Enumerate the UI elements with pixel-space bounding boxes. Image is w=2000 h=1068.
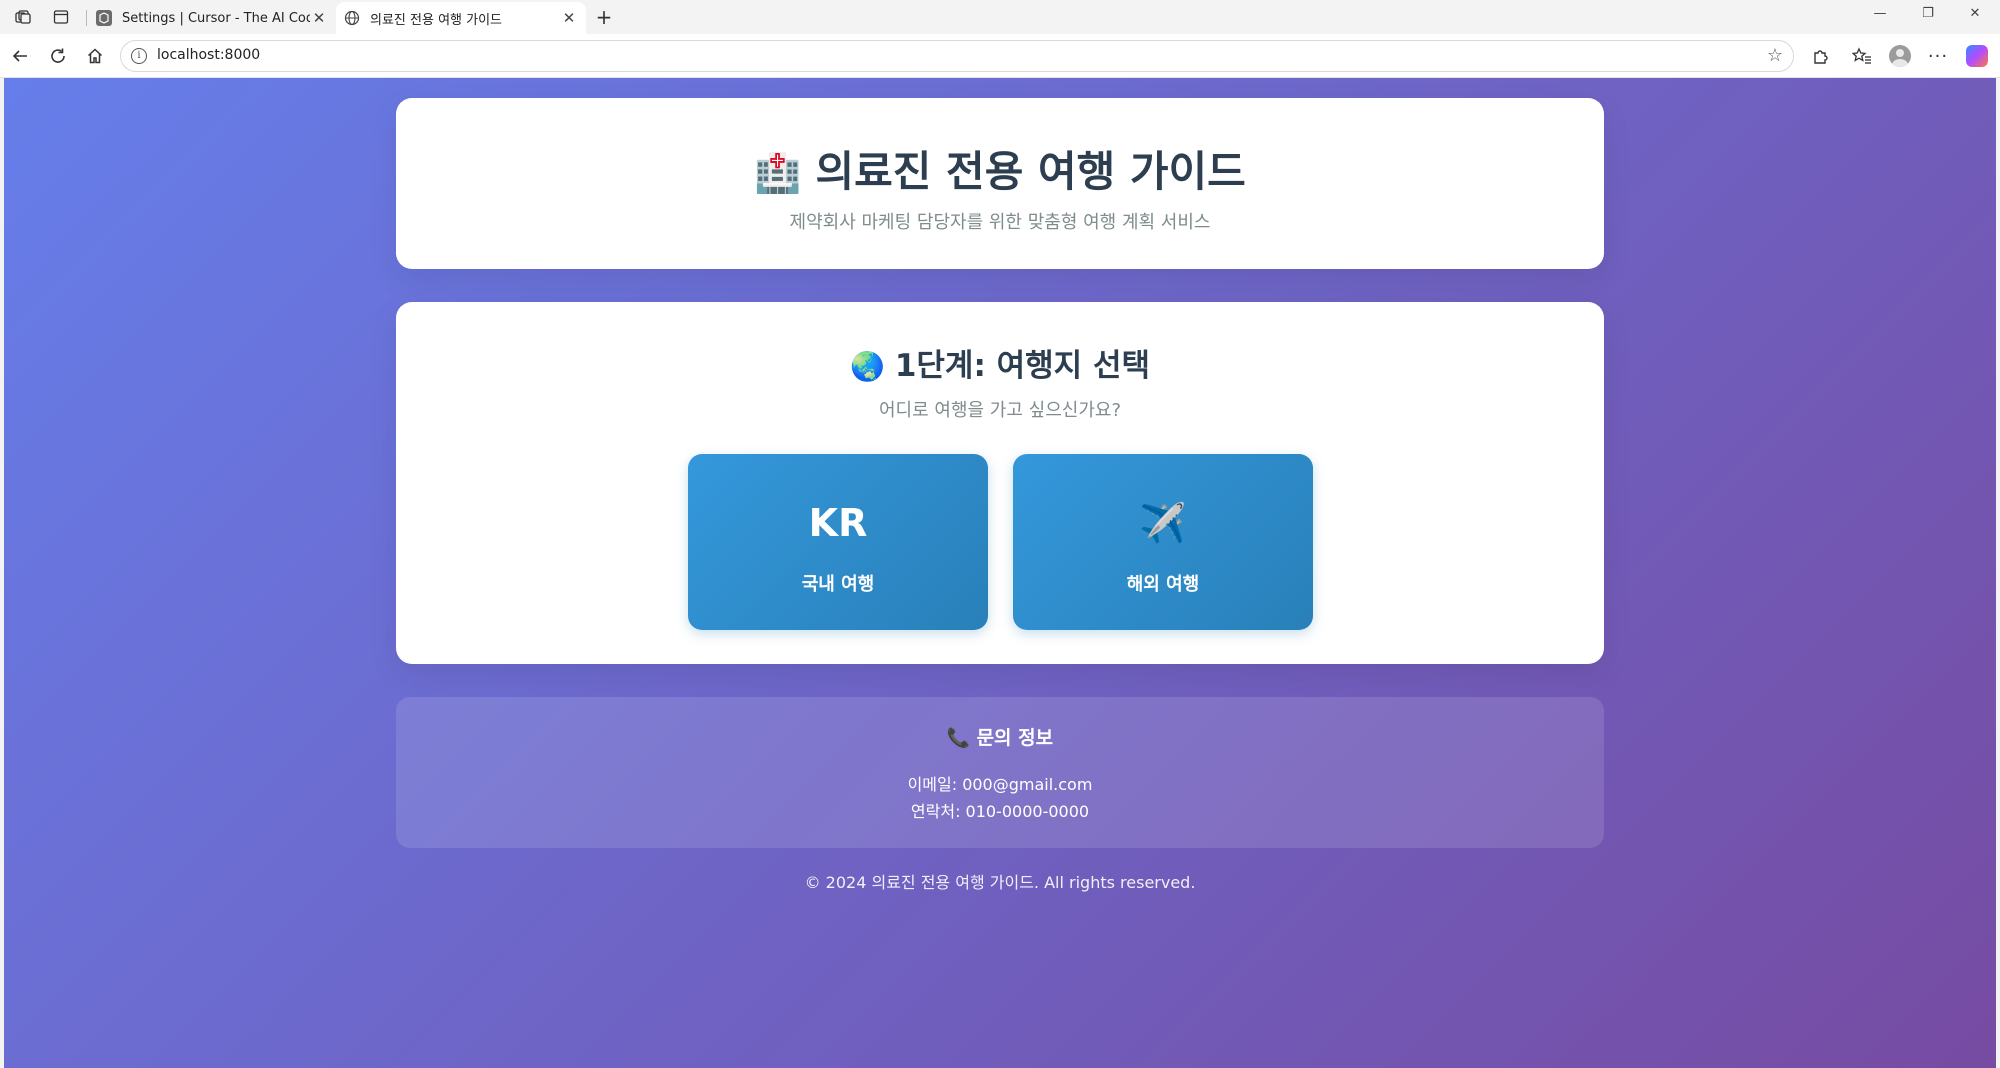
restore-icon[interactable]: ❐ bbox=[1918, 6, 1938, 26]
page-subtitle: 제약회사 마케팅 담당자를 위한 맞춤형 여행 계획 서비스 bbox=[789, 212, 1211, 233]
close-tab-icon[interactable]: ✕ bbox=[560, 9, 578, 27]
refresh-icon[interactable] bbox=[46, 44, 70, 68]
minimize-icon[interactable]: — bbox=[1870, 6, 1890, 26]
step-title-text: 1단계: 여행지 선택 bbox=[894, 348, 1151, 384]
browser-tab-bar: Settings | Cursor - The AI Code Ed ✕ 의료진… bbox=[0, 0, 2000, 34]
globe-asia-icon: 🌏 bbox=[849, 350, 885, 383]
airplane-icon: ✈️ bbox=[1139, 501, 1187, 545]
address-bar[interactable]: i localhost:8000 ☆ bbox=[120, 40, 1794, 72]
workspaces-icon[interactable] bbox=[12, 6, 34, 28]
page-title: 🏥 의료진 전용 여행 가이드 bbox=[396, 138, 1604, 199]
kr-flag-icon: KR bbox=[808, 501, 868, 545]
profile-icon[interactable] bbox=[1888, 44, 1912, 68]
address-toolbar: i localhost:8000 ☆ ··· bbox=[0, 34, 2000, 78]
page-viewport: 🏥 의료진 전용 여행 가이드 제약회사 마케팅 담당자를 위한 맞춤형 여행 계… bbox=[4, 78, 1996, 1068]
ellipsis-icon[interactable]: ··· bbox=[1926, 44, 1950, 68]
contact-email: 이메일: 000@gmail.com bbox=[907, 775, 1093, 794]
close-window-icon[interactable]: ✕ bbox=[1965, 6, 1985, 26]
star-icon[interactable]: ☆ bbox=[1767, 45, 1783, 66]
copilot-icon[interactable] bbox=[1965, 44, 1989, 68]
back-arrow-icon[interactable] bbox=[8, 44, 32, 68]
tab-travel-guide[interactable]: 의료진 전용 여행 가이드 ✕ bbox=[336, 2, 586, 34]
tab-settings-cursor[interactable]: Settings | Cursor - The AI Code Ed ✕ bbox=[92, 2, 332, 34]
tab-title: 의료진 전용 여행 가이드 bbox=[370, 12, 502, 28]
tab-title: Settings | Cursor - The AI Code Ed bbox=[122, 10, 310, 26]
overseas-travel-button[interactable]: ✈️ 해외 여행 bbox=[1013, 454, 1313, 630]
step-title: 🌏 1단계: 여행지 선택 bbox=[396, 340, 1604, 385]
url-text[interactable]: localhost:8000 bbox=[157, 47, 260, 63]
contact-info-card: 📞 문의 정보 이메일: 000@gmail.com 연락처: 010-0000-… bbox=[396, 697, 1604, 848]
puzzle-icon[interactable] bbox=[1809, 44, 1833, 68]
favorites-icon[interactable] bbox=[1850, 44, 1874, 68]
header-card: 🏥 의료진 전용 여행 가이드 제약회사 마케팅 담당자를 위한 맞춤형 여행 계… bbox=[396, 98, 1604, 269]
domestic-travel-label: 국내 여행 bbox=[801, 574, 875, 595]
globe-icon bbox=[344, 10, 360, 26]
contact-title-text: 문의 정보 bbox=[976, 727, 1054, 749]
home-icon[interactable] bbox=[83, 44, 107, 68]
contact-title: 📞 문의 정보 bbox=[396, 723, 1604, 750]
page-title-text: 의료진 전용 여행 가이드 bbox=[815, 147, 1246, 196]
cursor-favicon-icon bbox=[96, 10, 112, 26]
contact-phone: 연락처: 010-0000-0000 bbox=[910, 802, 1090, 821]
step-subtitle: 어디로 여행을 가고 싶으신가요? bbox=[879, 400, 1121, 421]
tab-actions-icon[interactable] bbox=[50, 6, 72, 28]
phone-icon: 📞 bbox=[946, 727, 971, 749]
site-info-icon[interactable]: i bbox=[131, 48, 147, 64]
hospital-icon: 🏥 bbox=[754, 151, 802, 195]
close-tab-icon[interactable]: ✕ bbox=[310, 9, 328, 27]
domestic-travel-button[interactable]: KR 국내 여행 bbox=[688, 454, 988, 630]
tab-separator bbox=[86, 10, 87, 26]
footer-copyright: © 2024 의료진 전용 여행 가이드. All rights reserve… bbox=[804, 873, 1196, 892]
new-tab-icon[interactable]: + bbox=[593, 5, 615, 29]
overseas-travel-label: 해외 여행 bbox=[1126, 574, 1200, 595]
destination-step-card: 🌏 1단계: 여행지 선택 어디로 여행을 가고 싶으신가요? KR 국내 여행 … bbox=[396, 302, 1604, 664]
